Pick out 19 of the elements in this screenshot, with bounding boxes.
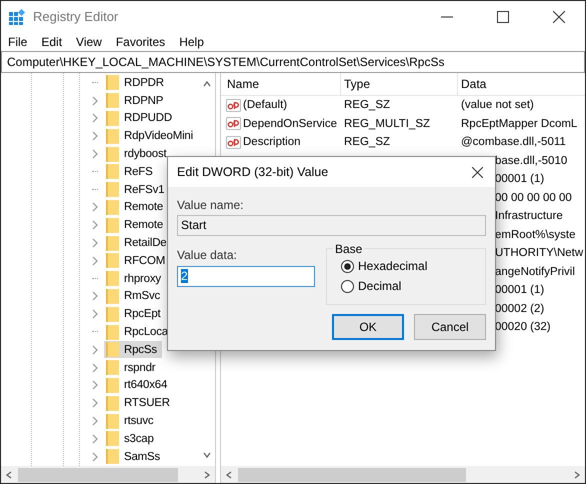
value-type: REG_SZ <box>343 136 392 148</box>
field-label: Value data: <box>177 248 238 262</box>
value-type: REG_MULTI_SZ <box>343 118 432 130</box>
value-data: RpcEptMapper DcomL <box>460 118 578 130</box>
dialog-title: Edit DWORD (32-bit) Value <box>177 165 328 179</box>
value-data: @combase.dll,-5011 <box>460 136 566 148</box>
value-data: Infrastructure <box>494 210 563 222</box>
value-data: emRoot%\syste <box>494 228 576 241</box>
value-data: 00002 (2) <box>494 302 544 315</box>
value-data: base.dll,-5010 <box>494 154 568 167</box>
window-title: Registry Editor <box>33 9 118 24</box>
value-type: REG_SZ <box>343 99 392 112</box>
value-data: UTHORITY\Netw <box>494 247 584 260</box>
value-data: 00001 (1) <box>494 284 544 296</box>
value-data: (value not set) <box>460 99 534 112</box>
value-data: angeNotifyPrivil <box>494 266 575 278</box>
value-data: 00001 (1) <box>494 173 544 186</box>
group-label: Base <box>333 242 364 256</box>
field-label: Value name: <box>177 198 244 212</box>
